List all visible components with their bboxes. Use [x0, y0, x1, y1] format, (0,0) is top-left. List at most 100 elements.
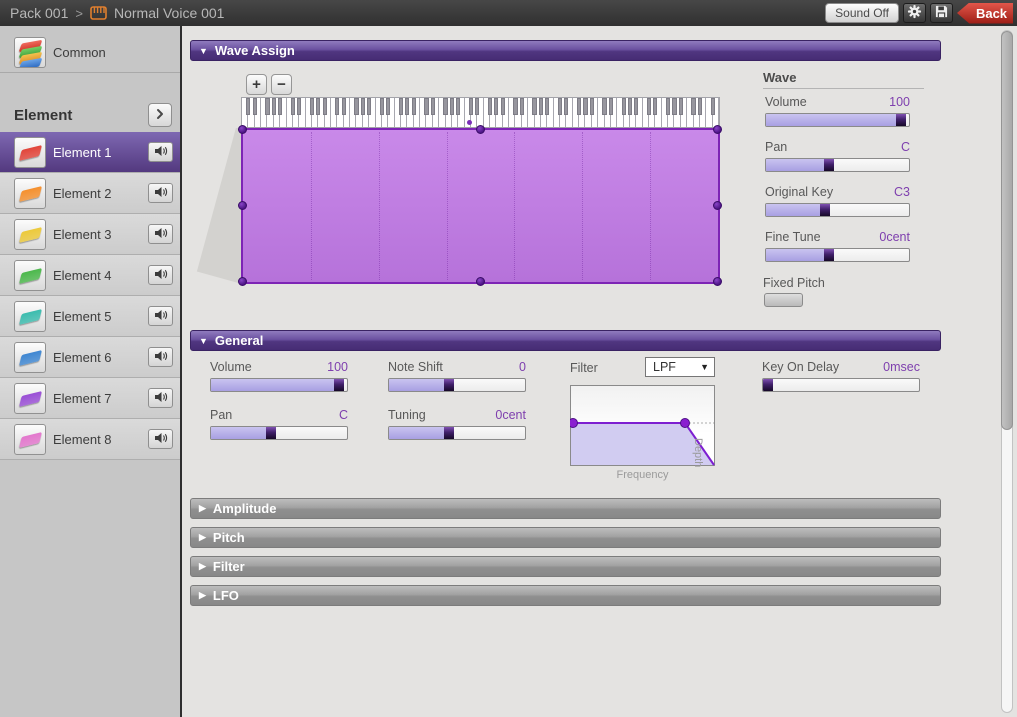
zone-handle[interactable]	[476, 277, 485, 286]
sidebar-item-element-2[interactable]: Element 2	[0, 173, 180, 214]
keyboard-range[interactable]	[241, 97, 720, 128]
general-tuning-slider[interactable]	[388, 426, 526, 440]
speaker-button[interactable]	[148, 347, 173, 367]
general-header[interactable]: ▼ General	[190, 330, 941, 351]
black-key[interactable]	[711, 98, 715, 115]
section-bar-amplitude[interactable]: ▶Amplitude	[190, 498, 941, 519]
fixed-pitch-toggle[interactable]	[764, 293, 803, 307]
element-expand-button[interactable]	[148, 103, 172, 127]
sidebar-item-element-5[interactable]: Element 5	[0, 296, 180, 337]
general-pan-slider[interactable]	[210, 426, 348, 440]
speaker-button[interactable]	[148, 265, 173, 285]
speaker-button[interactable]	[148, 306, 173, 326]
wave-assign-header[interactable]: ▼ Wave Assign	[190, 40, 941, 61]
black-key[interactable]	[431, 98, 435, 115]
section-bar-filter[interactable]: ▶Filter	[190, 556, 941, 577]
black-key[interactable]	[564, 98, 568, 115]
filter-depth-handle[interactable]	[570, 419, 578, 428]
breadcrumb-pack[interactable]: Pack 001	[10, 5, 68, 21]
general-volume-slider[interactable]	[210, 378, 348, 392]
speaker-button[interactable]	[148, 429, 173, 449]
black-key[interactable]	[354, 98, 358, 115]
black-key[interactable]	[335, 98, 339, 115]
black-key[interactable]	[265, 98, 269, 115]
black-key[interactable]	[494, 98, 498, 115]
wave-volume-slider[interactable]	[765, 113, 910, 127]
black-key[interactable]	[367, 98, 371, 115]
general-note-shift-slider[interactable]	[388, 378, 526, 392]
black-key[interactable]	[323, 98, 327, 115]
black-key[interactable]	[609, 98, 613, 115]
key-velocity-zone[interactable]	[241, 128, 720, 284]
zoom-in-button[interactable]: +	[246, 74, 267, 95]
black-key[interactable]	[443, 98, 447, 115]
speaker-button[interactable]	[148, 183, 173, 203]
black-key[interactable]	[622, 98, 626, 115]
black-key[interactable]	[380, 98, 384, 115]
black-key[interactable]	[469, 98, 473, 115]
black-key[interactable]	[342, 98, 346, 115]
black-key[interactable]	[456, 98, 460, 115]
black-key[interactable]	[532, 98, 536, 115]
black-key[interactable]	[488, 98, 492, 115]
filter-cutoff-handle[interactable]	[681, 419, 690, 428]
sidebar-item-common[interactable]: Common	[0, 32, 180, 72]
zoom-out-button[interactable]: −	[271, 74, 292, 95]
black-key[interactable]	[272, 98, 276, 115]
black-key[interactable]	[634, 98, 638, 115]
black-key[interactable]	[545, 98, 549, 115]
black-key[interactable]	[405, 98, 409, 115]
zone-handle[interactable]	[713, 201, 722, 210]
black-key[interactable]	[698, 98, 702, 115]
zone-handle[interactable]	[238, 201, 247, 210]
section-bar-pitch[interactable]: ▶Pitch	[190, 527, 941, 548]
black-key[interactable]	[450, 98, 454, 115]
black-key[interactable]	[310, 98, 314, 115]
black-key[interactable]	[475, 98, 479, 115]
black-key[interactable]	[297, 98, 301, 115]
black-key[interactable]	[558, 98, 562, 115]
black-key[interactable]	[590, 98, 594, 115]
black-key[interactable]	[577, 98, 581, 115]
black-key[interactable]	[253, 98, 257, 115]
sidebar-item-element-1[interactable]: Element 1	[0, 132, 180, 173]
black-key[interactable]	[602, 98, 606, 115]
speaker-button[interactable]	[148, 224, 173, 244]
speaker-button[interactable]	[148, 388, 173, 408]
back-button[interactable]: Back	[957, 3, 1013, 24]
black-key[interactable]	[520, 98, 524, 115]
black-key[interactable]	[666, 98, 670, 115]
black-key[interactable]	[246, 98, 250, 115]
black-key[interactable]	[501, 98, 505, 115]
speaker-button[interactable]	[148, 142, 173, 162]
zone-handle[interactable]	[238, 277, 247, 286]
zone-handle[interactable]	[476, 125, 485, 134]
filter-type-dropdown[interactable]: LPF ▼	[645, 357, 715, 377]
wave-original-key-slider[interactable]	[765, 203, 910, 217]
black-key[interactable]	[424, 98, 428, 115]
black-key[interactable]	[628, 98, 632, 115]
section-bar-lfo[interactable]: ▶LFO	[190, 585, 941, 606]
sound-off-button[interactable]: Sound Off	[825, 3, 899, 23]
sidebar-item-element-3[interactable]: Element 3	[0, 214, 180, 255]
zone-handle[interactable]	[713, 277, 722, 286]
black-key[interactable]	[316, 98, 320, 115]
wave-fine-tune-slider[interactable]	[765, 248, 910, 262]
black-key[interactable]	[647, 98, 651, 115]
black-key[interactable]	[583, 98, 587, 115]
save-button[interactable]	[930, 3, 953, 23]
black-key[interactable]	[513, 98, 517, 115]
general-key-on-delay-slider[interactable]	[762, 378, 920, 392]
sidebar-item-element-7[interactable]: Element 7	[0, 378, 180, 419]
vertical-scrollbar-thumb[interactable]	[1001, 31, 1013, 430]
black-key[interactable]	[653, 98, 657, 115]
black-key[interactable]	[399, 98, 403, 115]
black-key[interactable]	[386, 98, 390, 115]
black-key[interactable]	[672, 98, 676, 115]
black-key[interactable]	[361, 98, 365, 115]
black-key[interactable]	[291, 98, 295, 115]
sidebar-item-element-8[interactable]: Element 8	[0, 419, 180, 460]
settings-button[interactable]	[903, 3, 926, 23]
black-key[interactable]	[539, 98, 543, 115]
zone-handle[interactable]	[238, 125, 247, 134]
